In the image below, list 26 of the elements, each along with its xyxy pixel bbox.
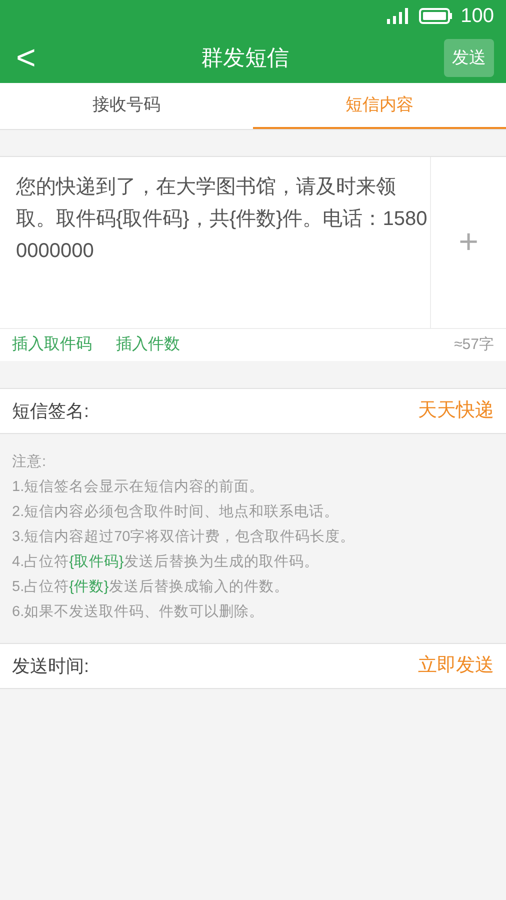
send-time-value: 立即发送 bbox=[418, 654, 494, 678]
battery-icon bbox=[418, 7, 453, 25]
signature-value: 天天快递 bbox=[418, 398, 494, 423]
add-button[interactable]: + bbox=[458, 217, 478, 268]
char-count: ≈57字 bbox=[454, 334, 494, 355]
signature-row[interactable]: 短信签名: 天天快递 bbox=[0, 388, 506, 434]
note-text: 5.占位符{件数}发送后替换成输入的件数。 bbox=[12, 578, 290, 597]
insert-link[interactable]: 插入件数 bbox=[116, 333, 180, 357]
note-text: 6.如果不发送取件码、件数可以删除。 bbox=[12, 603, 266, 622]
message-field[interactable]: 您的快递到了，在大学图书馆，请及时来领取。取件码{取件码}，共{件数}件。电话：15800000000 bbox=[0, 157, 430, 328]
tab[interactable]: 短信内容 bbox=[253, 83, 506, 129]
note-text: 1.短信签名会显示在短信内容的前面。 bbox=[12, 478, 266, 497]
note-text: 3.短信内容超过70字将双倍计费，包含取件码长度。 bbox=[12, 528, 356, 547]
screen-title: 群发短信 bbox=[201, 44, 289, 72]
insert-link[interactable]: 插入取件码 bbox=[12, 333, 92, 357]
signature-label: 短信签名: bbox=[12, 400, 90, 422]
tab[interactable]: 接收号码 bbox=[0, 83, 253, 129]
send-time-label: 发送时间: bbox=[12, 654, 90, 678]
signal-icon bbox=[384, 7, 411, 25]
note-text: 4.占位符{取件码}发送后替换为生成的取件码。 bbox=[12, 553, 320, 572]
notes-title: 注意: bbox=[12, 453, 48, 472]
back-button[interactable]: < bbox=[16, 40, 46, 74]
send-time-row[interactable]: 发送时间: 立即发送 bbox=[0, 643, 506, 689]
battery-level: 100 bbox=[460, 4, 494, 29]
send-button[interactable]: 发送 bbox=[444, 38, 494, 76]
note-text: 2.短信内容必须包含取件时间、地点和联系电话。 bbox=[12, 502, 340, 522]
